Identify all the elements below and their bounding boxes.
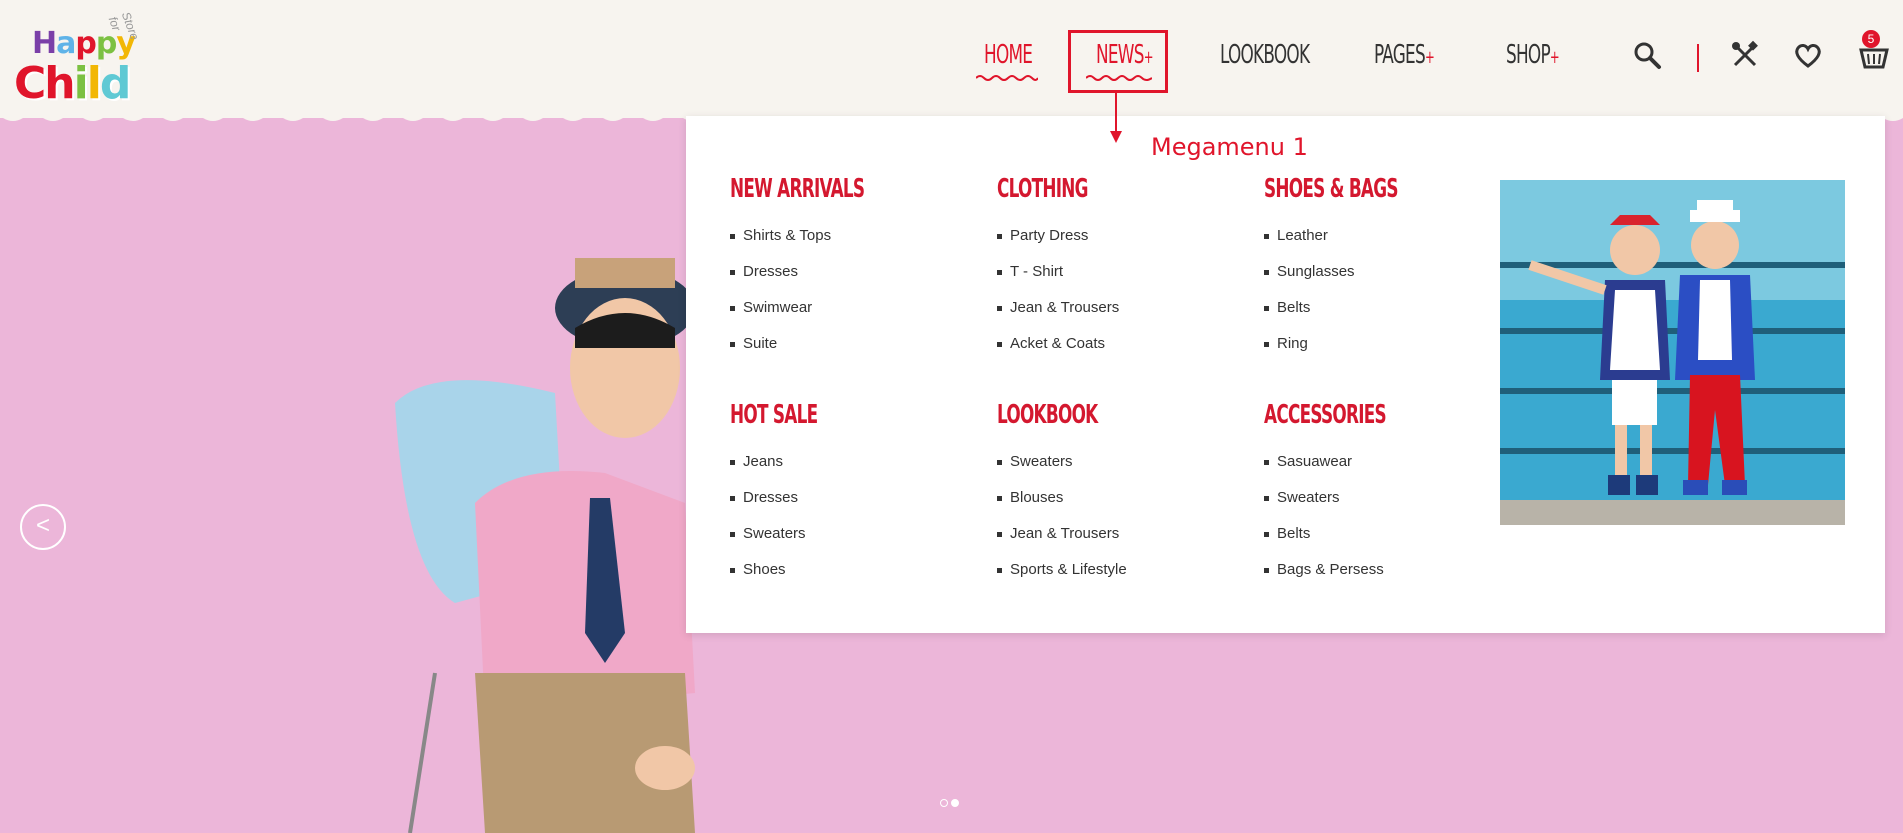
logo-letter: d bbox=[99, 58, 131, 109]
hero-child-face bbox=[555, 258, 695, 438]
megamenu-column: LOOKBOOK Sweaters Blouses Jean & Trouser… bbox=[997, 400, 1137, 588]
megamenu-link[interactable]: Sweaters bbox=[730, 516, 851, 552]
news-highlight-box bbox=[1068, 30, 1168, 93]
home-underline bbox=[976, 75, 1038, 81]
megamenu-link[interactable]: T - Shirt bbox=[997, 254, 1123, 290]
heart-icon[interactable] bbox=[1793, 40, 1823, 70]
nav-item-pages[interactable]: PAGES+ bbox=[1374, 40, 1435, 70]
nav-item-lookbook[interactable]: LOOKBOOK bbox=[1220, 40, 1310, 70]
megamenu-link[interactable]: Shoes bbox=[730, 552, 851, 588]
nav-item-home[interactable]: HOME bbox=[984, 40, 1033, 70]
megamenu-promo-image[interactable] bbox=[1500, 180, 1845, 525]
header-divider bbox=[1697, 44, 1699, 72]
megamenu-column: CLOTHING Party Dress T - Shirt Jean & Tr… bbox=[997, 174, 1123, 362]
logo-letter: h bbox=[44, 58, 75, 109]
megamenu-link[interactable]: Sasuawear bbox=[1264, 444, 1433, 480]
megamenu-link[interactable]: Sunglasses bbox=[1264, 254, 1450, 290]
megamenu-column: SHOES & BAGS Leather Sunglasses Belts Ri… bbox=[1264, 174, 1450, 362]
megamenu-link[interactable]: Sweaters bbox=[1264, 480, 1433, 516]
logo-letter: i bbox=[73, 58, 89, 109]
nav-plus-icon: + bbox=[1424, 47, 1435, 68]
megamenu-link[interactable]: Ring bbox=[1264, 326, 1450, 362]
megamenu-column-title[interactable]: CLOTHING bbox=[997, 174, 1088, 204]
nav-item-shop[interactable]: SHOP+ bbox=[1506, 40, 1560, 70]
megamenu-link[interactable]: Sweaters bbox=[997, 444, 1137, 480]
megamenu-column-title[interactable]: HOT SALE bbox=[730, 400, 818, 430]
nav-item-label: HOME bbox=[984, 40, 1033, 70]
megamenu-column: NEW ARRIVALS Shirts & Tops Dresses Swimw… bbox=[730, 174, 917, 362]
search-icon[interactable] bbox=[1632, 40, 1662, 70]
nav-plus-icon: + bbox=[1549, 47, 1560, 68]
megamenu-link[interactable]: Swimwear bbox=[730, 290, 917, 326]
slider-dot-active[interactable] bbox=[951, 799, 959, 807]
settings-tools-icon[interactable] bbox=[1730, 40, 1760, 70]
megamenu-link[interactable]: Dresses bbox=[730, 480, 851, 516]
logo-letter: C bbox=[14, 58, 46, 109]
annotation-arrow-line bbox=[1115, 93, 1117, 135]
megamenu-annotation-label: Megamenu 1 bbox=[1151, 133, 1308, 161]
slider-dot[interactable] bbox=[940, 799, 948, 807]
megamenu-link[interactable]: Bags & Persess bbox=[1264, 552, 1433, 588]
annotation-arrow-head bbox=[1110, 131, 1122, 143]
slider-dots bbox=[940, 794, 962, 812]
slider-prev-button[interactable]: < bbox=[20, 504, 66, 550]
cart-count-badge: 5 bbox=[1862, 30, 1880, 48]
megamenu-link[interactable]: Shirts & Tops bbox=[730, 218, 917, 254]
megamenu-link[interactable]: Suite bbox=[730, 326, 917, 362]
megamenu-link[interactable]: Belts bbox=[1264, 516, 1433, 552]
megamenu-link[interactable]: Belts bbox=[1264, 290, 1450, 326]
megamenu-column: HOT SALE Jeans Dresses Sweaters Shoes bbox=[730, 400, 851, 588]
megamenu-link[interactable]: Dresses bbox=[730, 254, 917, 290]
megamenu-column-title[interactable]: LOOKBOOK bbox=[997, 400, 1098, 430]
brand-logo[interactable]: Happy Child Store for bbox=[14, 6, 164, 111]
megamenu-link[interactable]: Jean & Trousers bbox=[997, 516, 1137, 552]
nav-item-label: PAGES bbox=[1374, 40, 1426, 70]
megamenu-link[interactable]: Acket & Coats bbox=[997, 326, 1123, 362]
site-header: Happy Child Store for HOME NEWS+ LOOKBOO… bbox=[0, 0, 1903, 118]
megamenu-column: ACCESSORIES Sasuawear Sweaters Belts Bag… bbox=[1264, 400, 1433, 588]
megamenu-link[interactable]: Sports & Lifestyle bbox=[997, 552, 1137, 588]
logo-letter: l bbox=[86, 58, 102, 109]
logo-letter: p bbox=[75, 26, 97, 61]
megamenu-column-title[interactable]: ACCESSORIES bbox=[1264, 400, 1387, 430]
nav-item-label: LOOKBOOK bbox=[1220, 40, 1310, 70]
megamenu-column-title[interactable]: NEW ARRIVALS bbox=[730, 174, 865, 204]
megamenu-link[interactable]: Blouses bbox=[997, 480, 1137, 516]
logo-letter: H bbox=[32, 26, 57, 61]
megamenu-link[interactable]: Jean & Trousers bbox=[997, 290, 1123, 326]
megamenu-link[interactable]: Party Dress bbox=[997, 218, 1123, 254]
logo-word-child: Child bbox=[14, 58, 131, 109]
megamenu-link[interactable]: Jeans bbox=[730, 444, 851, 480]
nav-item-label: SHOP bbox=[1506, 40, 1551, 70]
logo-letter: a bbox=[56, 26, 76, 61]
megamenu-link[interactable]: Leather bbox=[1264, 218, 1450, 254]
megamenu-column-title[interactable]: SHOES & BAGS bbox=[1264, 174, 1398, 204]
